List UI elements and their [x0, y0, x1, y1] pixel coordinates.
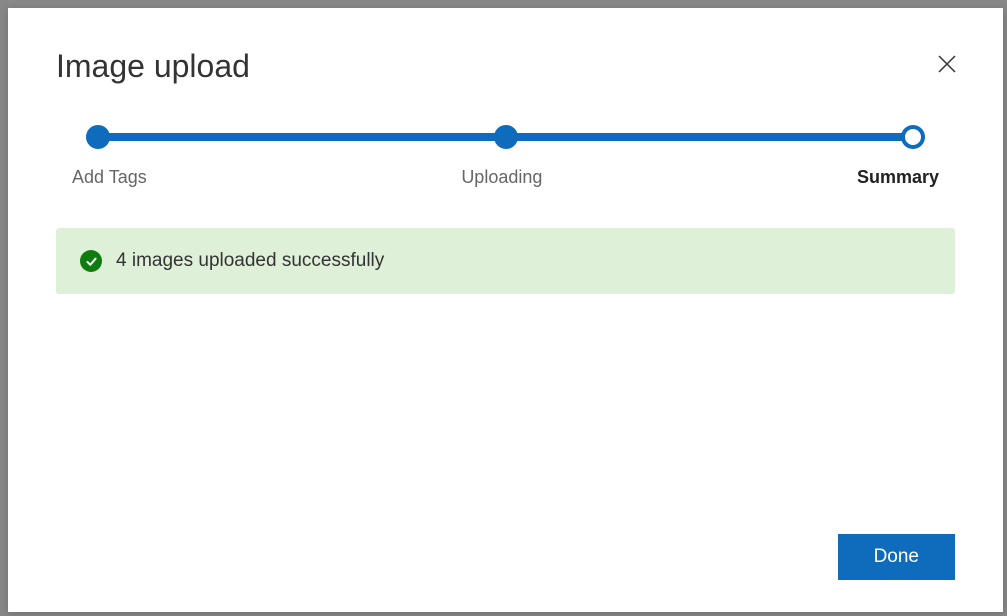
- close-icon: [935, 52, 959, 79]
- success-banner: 4 images uploaded successfully: [56, 228, 955, 294]
- step-dot-add-tags: [86, 125, 110, 149]
- close-button[interactable]: [931, 48, 963, 83]
- checkmark-icon: [80, 250, 102, 272]
- upload-dialog: Image upload Add Tags Uploading Summary: [8, 8, 1003, 612]
- step-label-summary: Summary: [857, 167, 939, 188]
- step-dot-uploading: [494, 125, 518, 149]
- progress-stepper: Add Tags Uploading Summary: [72, 125, 939, 188]
- step-dot-summary: [901, 125, 925, 149]
- step-label-add-tags: Add Tags: [72, 167, 147, 188]
- done-button[interactable]: Done: [838, 534, 955, 580]
- dialog-title: Image upload: [56, 48, 250, 85]
- dialog-header: Image upload: [8, 8, 1003, 85]
- dialog-footer: Done: [8, 534, 1003, 612]
- step-track: [86, 125, 925, 149]
- dialog-content: 4 images uploaded successfully: [8, 188, 1003, 534]
- step-label-uploading: Uploading: [461, 167, 542, 188]
- step-dots: [86, 125, 925, 149]
- step-labels: Add Tags Uploading Summary: [72, 167, 939, 188]
- success-message: 4 images uploaded successfully: [116, 250, 384, 272]
